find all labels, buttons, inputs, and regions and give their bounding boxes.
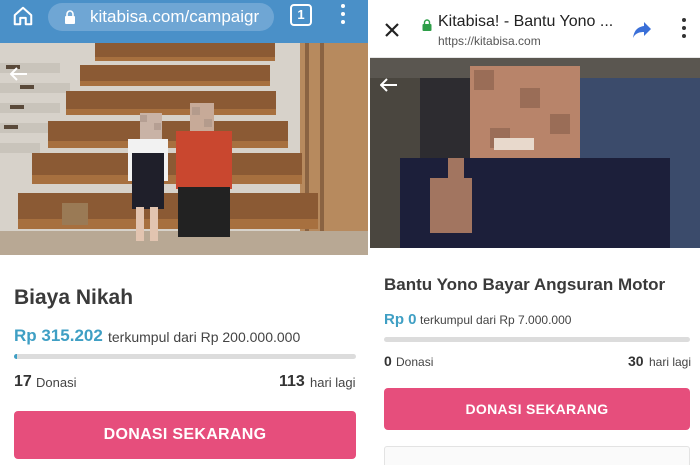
more-vert-icon[interactable] <box>338 4 348 28</box>
amount-raised: Rp 315.202 <box>14 326 103 345</box>
back-arrow-icon[interactable] <box>10 67 28 81</box>
campaign-photo <box>0 43 368 255</box>
days-left-label: hari lagi <box>649 355 692 369</box>
progress-bar <box>384 337 690 342</box>
next-card <box>384 446 690 465</box>
page-title: Kitabisa! - Bantu Yono ... <box>438 13 614 30</box>
progress-bar <box>14 354 356 359</box>
home-icon[interactable] <box>12 5 34 27</box>
raised-target-text: terkumpul dari Rp 7.000.000 <box>420 313 572 327</box>
raised-target-text: terkumpul dari Rp 200.000.000 <box>108 329 301 345</box>
page-url: https://kitabisa.com <box>438 34 541 48</box>
days-left-label: hari lagi <box>310 375 356 390</box>
tab-switcher-button[interactable]: 1 <box>290 4 312 26</box>
donate-now-button[interactable]: DONASI SEKARANG <box>14 411 356 459</box>
close-icon[interactable] <box>384 22 400 38</box>
donate-now-button[interactable]: DONASI SEKARANG <box>384 388 690 430</box>
amount-raised: Rp 0 <box>384 311 417 328</box>
campaign-photo-image <box>0 43 368 255</box>
donations-label: Donasi <box>396 355 434 369</box>
right-screenshot: Kitabisa! - Bantu Yono ... https://kitab… <box>368 0 700 465</box>
address-bar[interactable]: kitabisa.com/campaigr <box>48 3 274 31</box>
share-icon[interactable] <box>632 21 652 39</box>
campaign-photo-image <box>370 58 700 248</box>
lock-icon <box>65 10 75 24</box>
campaign-title: Bantu Yono Bayar Angsuran Motor <box>384 275 666 294</box>
donations-label: Donasi <box>36 375 77 390</box>
donations-count: 0 <box>384 353 392 369</box>
more-vert-icon[interactable] <box>680 18 688 42</box>
url-text: kitabisa.com/campaigr <box>90 7 260 26</box>
progress-fill <box>14 354 17 359</box>
left-screenshot: kitabisa.com/campaigr 1 Biaya Nikah Rp 3… <box>0 0 368 465</box>
donations-count: 17 <box>14 373 32 390</box>
days-left-count: 113 <box>279 373 305 390</box>
custom-tab-toolbar: Kitabisa! - Bantu Yono ... https://kitab… <box>370 0 700 58</box>
campaign-title: Biaya Nikah <box>14 286 134 309</box>
back-arrow-icon[interactable] <box>380 78 398 92</box>
browser-toolbar: kitabisa.com/campaigr 1 <box>0 0 368 48</box>
campaign-photo <box>370 58 700 248</box>
days-left-count: 30 <box>628 353 644 369</box>
lock-icon <box>422 19 432 31</box>
